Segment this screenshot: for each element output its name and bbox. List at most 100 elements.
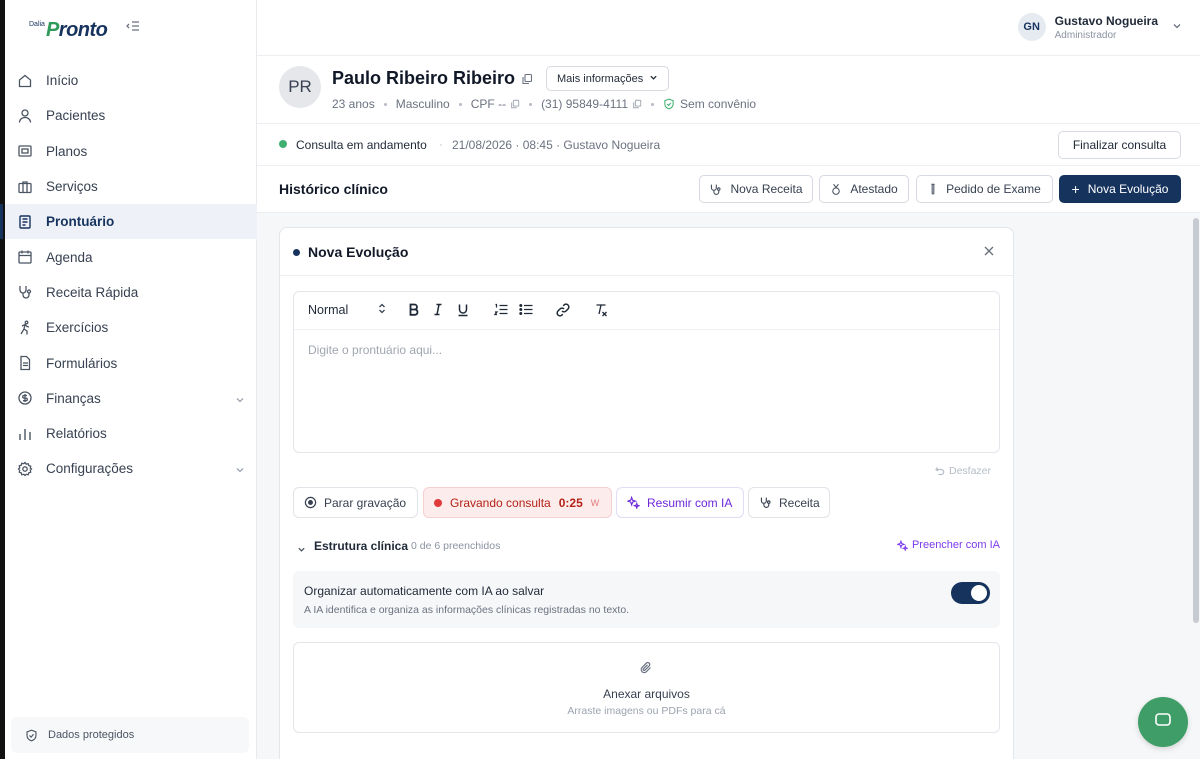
sidebar-item-relatorios[interactable]: Relatórios bbox=[5, 416, 257, 451]
patient-phone: (31) 95849-4111 bbox=[541, 97, 629, 111]
main-content: Nova Evolução Normal Digite o prontuário… bbox=[257, 213, 1200, 759]
plus-icon: + bbox=[1071, 181, 1080, 197]
fill-with-ai-button[interactable]: Preencher com IA bbox=[896, 539, 1000, 551]
patient-insurance: Sem convênio bbox=[680, 97, 757, 111]
money-icon bbox=[17, 390, 33, 406]
exam-request-button[interactable]: Pedido de Exame bbox=[916, 175, 1053, 203]
sidebar-item-receita-rapida[interactable]: Receita Rápida bbox=[5, 275, 257, 310]
home-icon bbox=[17, 73, 33, 89]
underline-icon[interactable] bbox=[457, 303, 469, 317]
copy-icon[interactable] bbox=[510, 99, 520, 109]
finalize-consultation-button[interactable]: Finalizar consulta bbox=[1058, 131, 1181, 159]
recording-timer: 0:25 bbox=[558, 495, 583, 510]
auto-organize-toggle[interactable] bbox=[951, 582, 990, 604]
user-icon bbox=[17, 108, 33, 124]
sidebar-item-pacientes[interactable]: Pacientes bbox=[5, 98, 257, 133]
sidebar-item-inicio[interactable]: Início bbox=[5, 63, 257, 98]
card-title: Nova Evolução bbox=[308, 244, 409, 260]
more-info-button[interactable]: Mais informações bbox=[546, 66, 670, 91]
logo: Dalia Pronto bbox=[29, 19, 108, 41]
consultation-info: 21/08/2026 · 08:45 · Gustavo Nogueira bbox=[452, 138, 661, 152]
bullet-list-icon[interactable] bbox=[519, 303, 533, 316]
bold-icon[interactable] bbox=[408, 303, 420, 316]
consultation-status: Consulta em andamento bbox=[296, 138, 427, 152]
new-evolution-card: Nova Evolução Normal Digite o prontuário… bbox=[279, 227, 1014, 759]
medal-icon bbox=[830, 183, 842, 196]
link-icon[interactable] bbox=[556, 303, 570, 317]
running-icon bbox=[17, 320, 33, 336]
avatar: GN bbox=[1017, 13, 1046, 41]
stop-recording-button[interactable]: Parar gravação bbox=[293, 487, 418, 518]
new-evolution-button[interactable]: + Nova Evolução bbox=[1059, 175, 1181, 203]
editor-toolbar: Normal bbox=[294, 292, 999, 330]
new-prescription-button[interactable]: Nova Receita bbox=[699, 175, 813, 203]
auto-organize-title: Organizar automaticamente com IA ao salv… bbox=[304, 584, 545, 598]
sidebar-item-agenda[interactable]: Agenda bbox=[5, 239, 257, 274]
chevron-down-icon bbox=[1172, 18, 1182, 36]
chat-button[interactable] bbox=[1138, 697, 1188, 747]
card-icon bbox=[17, 143, 33, 159]
card-header: Nova Evolução bbox=[280, 228, 1013, 276]
prescription-button[interactable]: Receita bbox=[748, 487, 830, 518]
scrollbar[interactable] bbox=[1193, 218, 1199, 623]
sidebar-item-servicos[interactable]: Serviços bbox=[5, 169, 257, 204]
shield-icon bbox=[25, 729, 38, 742]
sidebar-item-prontuario[interactable]: Prontuário bbox=[0, 204, 257, 240]
italic-icon[interactable] bbox=[433, 303, 443, 316]
top-bar: GN Gustavo Nogueira Administrador bbox=[257, 0, 1200, 56]
certificate-button[interactable]: Atestado bbox=[819, 175, 909, 203]
document-icon bbox=[17, 355, 33, 371]
sparkles-icon bbox=[896, 539, 908, 551]
chevron-down-icon bbox=[297, 541, 306, 559]
patient-cpf: CPF -- bbox=[470, 97, 507, 111]
clinical-structure-section[interactable]: Estrutura clínica 0 de 6 preenchidos Pre… bbox=[293, 537, 1000, 557]
user-role: Administrador bbox=[1054, 29, 1117, 41]
patient-name: Paulo Ribeiro Ribeiro bbox=[332, 68, 516, 88]
sidebar-item-configuracoes[interactable]: Configurações bbox=[5, 451, 257, 486]
undo-button[interactable]: Desfazer bbox=[935, 465, 991, 477]
ordered-list-icon[interactable] bbox=[494, 303, 508, 316]
chevron-down-icon bbox=[235, 393, 245, 408]
sidebar-item-formularios[interactable]: Formulários bbox=[5, 345, 257, 380]
briefcase-icon bbox=[17, 179, 33, 195]
attach-files-dropzone[interactable]: Anexar arquivos Arraste imagens ou PDFs … bbox=[293, 642, 1000, 733]
consultation-bar: Consulta em andamento · 21/08/2026 · 08:… bbox=[257, 124, 1200, 166]
test-tube-icon bbox=[928, 183, 938, 196]
data-protected-badge: Dados protegidos bbox=[11, 717, 249, 753]
auto-organize-description: A IA identifica e organiza as informaçõe… bbox=[304, 604, 630, 616]
sparkles-icon bbox=[627, 496, 640, 509]
user-menu[interactable]: GN Gustavo Nogueira Administrador bbox=[1017, 13, 1182, 41]
collapse-sidebar-icon[interactable] bbox=[125, 18, 141, 34]
sidebar-item-exercicios[interactable]: Exercícios bbox=[5, 310, 257, 345]
history-bar: Histórico clínico Nova Receita Atestado … bbox=[257, 166, 1200, 213]
format-select[interactable]: Normal bbox=[308, 303, 386, 317]
user-name: Gustavo Nogueira bbox=[1054, 13, 1158, 28]
stethoscope-icon bbox=[759, 496, 772, 509]
auto-organize-panel: Organizar automaticamente com IA ao salv… bbox=[293, 571, 1000, 628]
patient-header: PR Paulo Ribeiro Ribeiro Mais informaçõe… bbox=[257, 56, 1200, 124]
paperclip-icon bbox=[639, 661, 653, 680]
editor-placeholder[interactable]: Digite o prontuário aqui... bbox=[308, 343, 442, 357]
close-icon[interactable] bbox=[983, 244, 995, 262]
status-dot bbox=[279, 140, 287, 148]
sort-icon bbox=[378, 303, 386, 317]
patient-meta: 23 anos Masculino CPF -- (31) 95849-4111… bbox=[332, 97, 756, 111]
copy-icon[interactable] bbox=[632, 99, 642, 109]
chevron-down-icon bbox=[235, 463, 245, 478]
patient-sex: Masculino bbox=[395, 97, 450, 111]
summarize-ai-button[interactable]: Resumir com IA bbox=[616, 487, 744, 518]
sidebar-nav: Início Pacientes Planos Serviços Prontuá… bbox=[0, 63, 257, 487]
sidebar-item-financas[interactable]: Finanças bbox=[5, 381, 257, 416]
clear-format-icon[interactable] bbox=[595, 303, 609, 317]
stop-circle-icon bbox=[304, 496, 317, 509]
record-icon bbox=[17, 214, 33, 230]
patient-age: 23 anos bbox=[332, 97, 375, 111]
recording-dot bbox=[434, 498, 442, 507]
structure-count: 0 de 6 preenchidos bbox=[411, 540, 501, 552]
rich-text-editor: Normal Digite o prontuário aqui... bbox=[293, 291, 1000, 453]
sidebar-item-planos[interactable]: Planos bbox=[5, 134, 257, 169]
copy-icon[interactable] bbox=[521, 72, 533, 90]
recording-status: Gravando consulta 0:25 W bbox=[423, 487, 612, 518]
bar-chart-icon bbox=[17, 426, 33, 442]
undo-icon bbox=[935, 466, 945, 476]
